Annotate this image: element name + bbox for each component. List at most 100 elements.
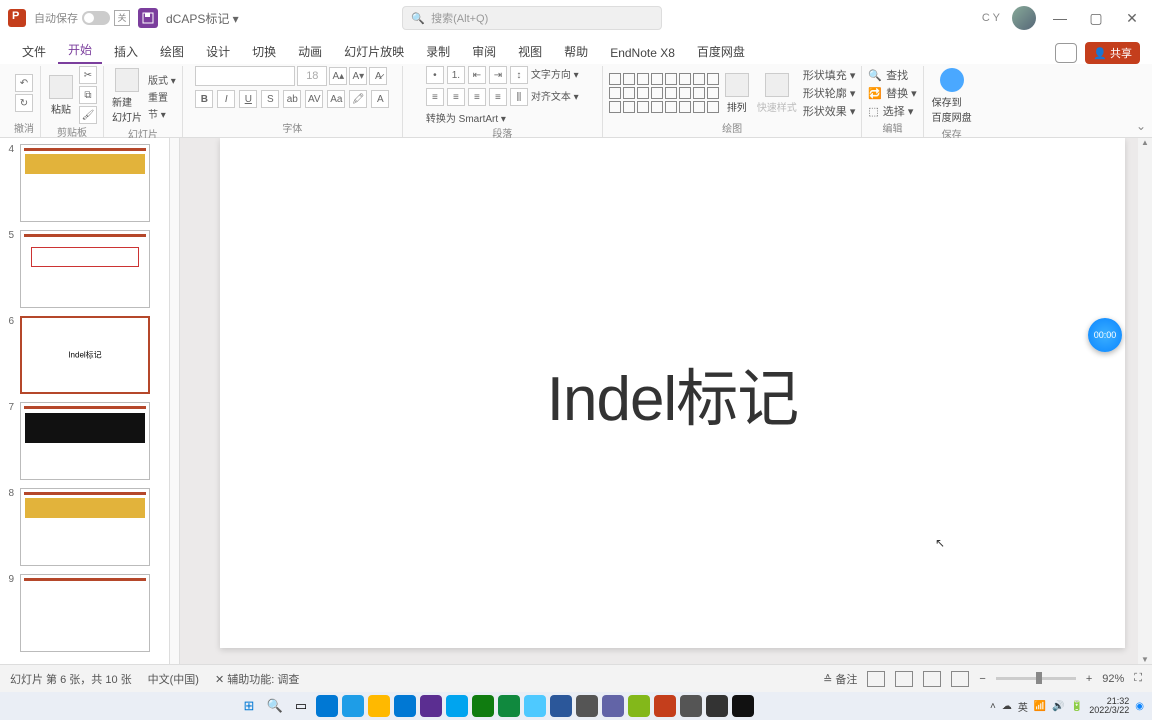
thumbnail-slide-9[interactable] (20, 574, 150, 652)
tray-onedrive-icon[interactable]: ☁ (1002, 701, 1012, 712)
arrange-button[interactable]: 排列 (723, 71, 751, 116)
indent-dec-button[interactable]: ⇤ (468, 66, 486, 84)
quick-style-button[interactable]: 快速样式 (755, 71, 799, 116)
collapse-ribbon-button[interactable]: ⌄ (1136, 119, 1146, 133)
thumbnail-slide-6[interactable]: Indel标记 (20, 316, 150, 394)
increase-font-button[interactable]: A▴ (329, 67, 347, 85)
taskbar-app-3[interactable] (368, 695, 390, 717)
tab-transitions[interactable]: 切换 (242, 39, 286, 64)
minimize-button[interactable]: — (1048, 6, 1072, 30)
replace-button[interactable]: 🔁替换 ▾ (868, 85, 916, 101)
tab-design[interactable]: 设计 (196, 39, 240, 64)
font-family-select[interactable] (195, 66, 295, 86)
zoom-slider[interactable] (996, 677, 1076, 680)
zoom-percent[interactable]: 92% (1102, 673, 1124, 685)
columns-button[interactable]: ⫼ (510, 88, 528, 106)
taskbar-app-2[interactable] (342, 695, 364, 717)
toggle-icon[interactable] (82, 11, 110, 25)
align-center-button[interactable]: ≡ (447, 88, 465, 106)
tab-animations[interactable]: 动画 (288, 39, 332, 64)
tray-wifi-icon[interactable]: 📶 (1034, 701, 1046, 712)
tray-ime[interactable]: 英 (1018, 699, 1028, 714)
taskbar-clock[interactable]: 21:32 2022/3/22 (1089, 697, 1129, 715)
notes-button[interactable]: ≙ 备注 (823, 671, 857, 687)
bullets-button[interactable]: • (426, 66, 444, 84)
tab-draw[interactable]: 绘图 (150, 39, 194, 64)
taskbar-app-16[interactable] (706, 695, 728, 717)
tray-notification-icon[interactable]: ◉ (1135, 701, 1144, 712)
taskbar-app-7[interactable] (472, 695, 494, 717)
thumbnail-slide-7[interactable] (20, 402, 150, 480)
close-button[interactable]: ✕ (1120, 6, 1144, 30)
taskbar-app-10[interactable] (550, 695, 572, 717)
slide-canvas[interactable]: Indel标记 ↖ 00:00 (180, 138, 1152, 664)
vertical-scrollbar[interactable] (1138, 138, 1152, 664)
thumbnail-slide-4[interactable] (20, 144, 150, 222)
tab-baidu[interactable]: 百度网盘 (687, 39, 755, 64)
layout-button[interactable]: 版式 ▾ (148, 72, 176, 87)
shape-outline-button[interactable]: 形状轮廓 ▾ (803, 85, 856, 101)
tab-view[interactable]: 视图 (508, 39, 552, 64)
shadow-button[interactable]: ab (283, 90, 301, 108)
line-spacing-button[interactable]: ↕ (510, 66, 528, 84)
shape-fill-button[interactable]: 形状填充 ▾ (803, 67, 856, 83)
justify-button[interactable]: ≡ (489, 88, 507, 106)
thumbnail-slide-5[interactable] (20, 230, 150, 308)
indent-inc-button[interactable]: ⇥ (489, 66, 507, 84)
taskbar-app-13[interactable] (628, 695, 650, 717)
share-button[interactable]: 👤 共享 (1085, 42, 1140, 64)
taskbar-app-6[interactable] (446, 695, 468, 717)
zoom-in-button[interactable]: + (1086, 673, 1092, 685)
search-input[interactable]: 🔍 搜索(Alt+Q) (402, 6, 662, 30)
save-to-baidu-button[interactable]: 保存到 百度网盘 (930, 66, 974, 126)
align-text-button[interactable]: 对齐文本 ▾ (531, 88, 579, 106)
zoom-out-button[interactable]: − (979, 673, 985, 685)
case-button[interactable]: Aa (327, 90, 345, 108)
slideshow-view-button[interactable] (951, 671, 969, 687)
tab-help[interactable]: 帮助 (554, 39, 598, 64)
fit-window-button[interactable]: ⛶ (1134, 672, 1142, 685)
tab-review[interactable]: 审阅 (462, 39, 506, 64)
taskbar-app-11[interactable] (576, 695, 598, 717)
numbering-button[interactable]: 1. (447, 66, 465, 84)
decrease-font-button[interactable]: A▾ (349, 67, 367, 85)
paste-button[interactable]: 粘贴 (47, 73, 75, 118)
taskbar-app-1[interactable] (316, 695, 338, 717)
find-button[interactable]: 🔍查找 (868, 67, 916, 83)
strike-button[interactable]: S (261, 90, 279, 108)
section-button[interactable]: 节 ▾ (148, 106, 176, 121)
sorter-view-button[interactable] (895, 671, 913, 687)
font-size-select[interactable] (297, 66, 327, 86)
copy-button[interactable]: ⧉ (79, 86, 97, 104)
taskbar-powerpoint[interactable] (654, 695, 676, 717)
maximize-button[interactable]: ▢ (1084, 6, 1108, 30)
taskbar-app-4[interactable] (394, 695, 416, 717)
undo-button[interactable]: ↶ (15, 74, 33, 92)
language-status[interactable]: 中文(中国) (148, 671, 199, 687)
smartart-button[interactable]: 转换为 SmartArt ▾ (426, 110, 506, 125)
tab-slideshow[interactable]: 幻灯片放映 (334, 39, 414, 64)
recording-timer-badge[interactable]: 00:00 (1088, 318, 1122, 352)
highlight-button[interactable]: 🖍 (349, 90, 367, 108)
taskbar-search-button[interactable]: 🔍 (264, 695, 286, 717)
task-view-button[interactable]: ▭ (290, 695, 312, 717)
autosave-toggle[interactable]: 自动保存 关 (34, 10, 130, 26)
reading-view-button[interactable] (923, 671, 941, 687)
tab-endnote[interactable]: EndNote X8 (600, 42, 685, 64)
taskbar-app-5[interactable] (420, 695, 442, 717)
spacing-button[interactable]: AV (305, 90, 323, 108)
clear-format-button[interactable]: A̷ (369, 67, 387, 85)
font-color-button[interactable]: A (371, 90, 389, 108)
tab-record[interactable]: 录制 (416, 39, 460, 64)
taskbar-app-12[interactable] (602, 695, 624, 717)
document-name[interactable]: dCAPS标记 ▾ (166, 10, 239, 27)
taskbar-app-9[interactable] (524, 695, 546, 717)
comments-button[interactable] (1055, 43, 1077, 63)
tab-home[interactable]: 开始 (58, 37, 102, 64)
start-button[interactable]: ⊞ (238, 695, 260, 717)
tab-insert[interactable]: 插入 (104, 39, 148, 64)
format-painter-button[interactable]: 🖌 (79, 106, 97, 124)
tray-battery-icon[interactable]: 🔋 (1071, 701, 1083, 712)
align-right-button[interactable]: ≡ (468, 88, 486, 106)
current-slide[interactable]: Indel标记 (220, 138, 1125, 648)
